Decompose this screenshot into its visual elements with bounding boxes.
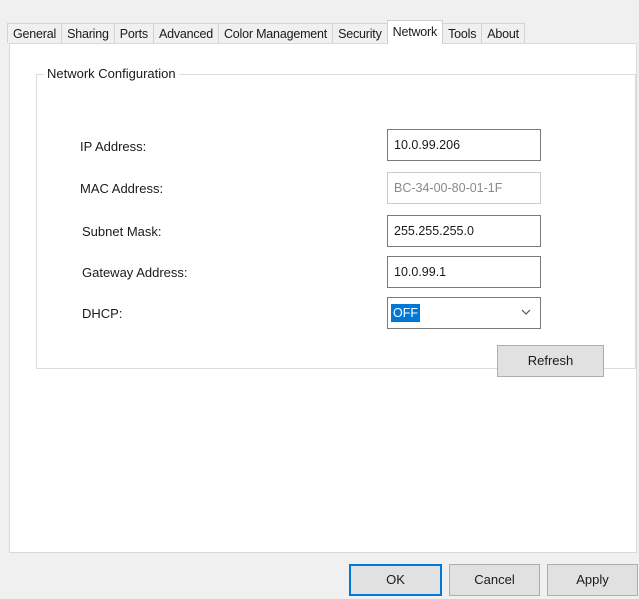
refresh-button[interactable]: Refresh	[497, 345, 604, 377]
tab-ports[interactable]: Ports	[113, 23, 154, 43]
dhcp-selected-value: OFF	[391, 304, 420, 322]
ip-address-field[interactable]: 10.0.99.206	[387, 129, 541, 161]
mac-address-field: BC-34-00-80-01-1F	[387, 172, 541, 204]
tab-network[interactable]: Network	[386, 20, 444, 44]
chevron-down-icon	[521, 309, 531, 315]
mac-address-label: MAC Address:	[80, 181, 164, 196]
gateway-address-field[interactable]: 10.0.99.1	[387, 256, 541, 288]
tab-color-management[interactable]: Color Management	[217, 23, 334, 43]
dhcp-label: DHCP:	[82, 306, 123, 321]
cancel-button[interactable]: Cancel	[449, 564, 540, 596]
tab-tools[interactable]: Tools	[442, 23, 483, 43]
tab-general[interactable]: General	[7, 23, 63, 43]
ok-button[interactable]: OK	[349, 564, 442, 596]
apply-button[interactable]: Apply	[547, 564, 638, 596]
group-title: Network Configuration	[44, 65, 179, 83]
network-configuration-group: Network Configuration IP Address: 10.0.9…	[36, 65, 636, 377]
gateway-address-label: Gateway Address:	[82, 265, 188, 280]
tab-advanced[interactable]: Advanced	[152, 23, 219, 43]
network-tab-panel: Network Configuration IP Address: 10.0.9…	[9, 43, 637, 553]
tab-strip: General Sharing Ports Advanced Color Man…	[7, 20, 525, 44]
tab-sharing[interactable]: Sharing	[61, 23, 115, 43]
dhcp-select[interactable]: OFF	[387, 297, 541, 329]
tab-security[interactable]: Security	[332, 23, 388, 43]
subnet-mask-field[interactable]: 255.255.255.0	[387, 215, 541, 247]
subnet-mask-label: Subnet Mask:	[82, 224, 162, 239]
tab-about[interactable]: About	[481, 23, 525, 43]
ip-address-label: IP Address:	[80, 139, 147, 154]
